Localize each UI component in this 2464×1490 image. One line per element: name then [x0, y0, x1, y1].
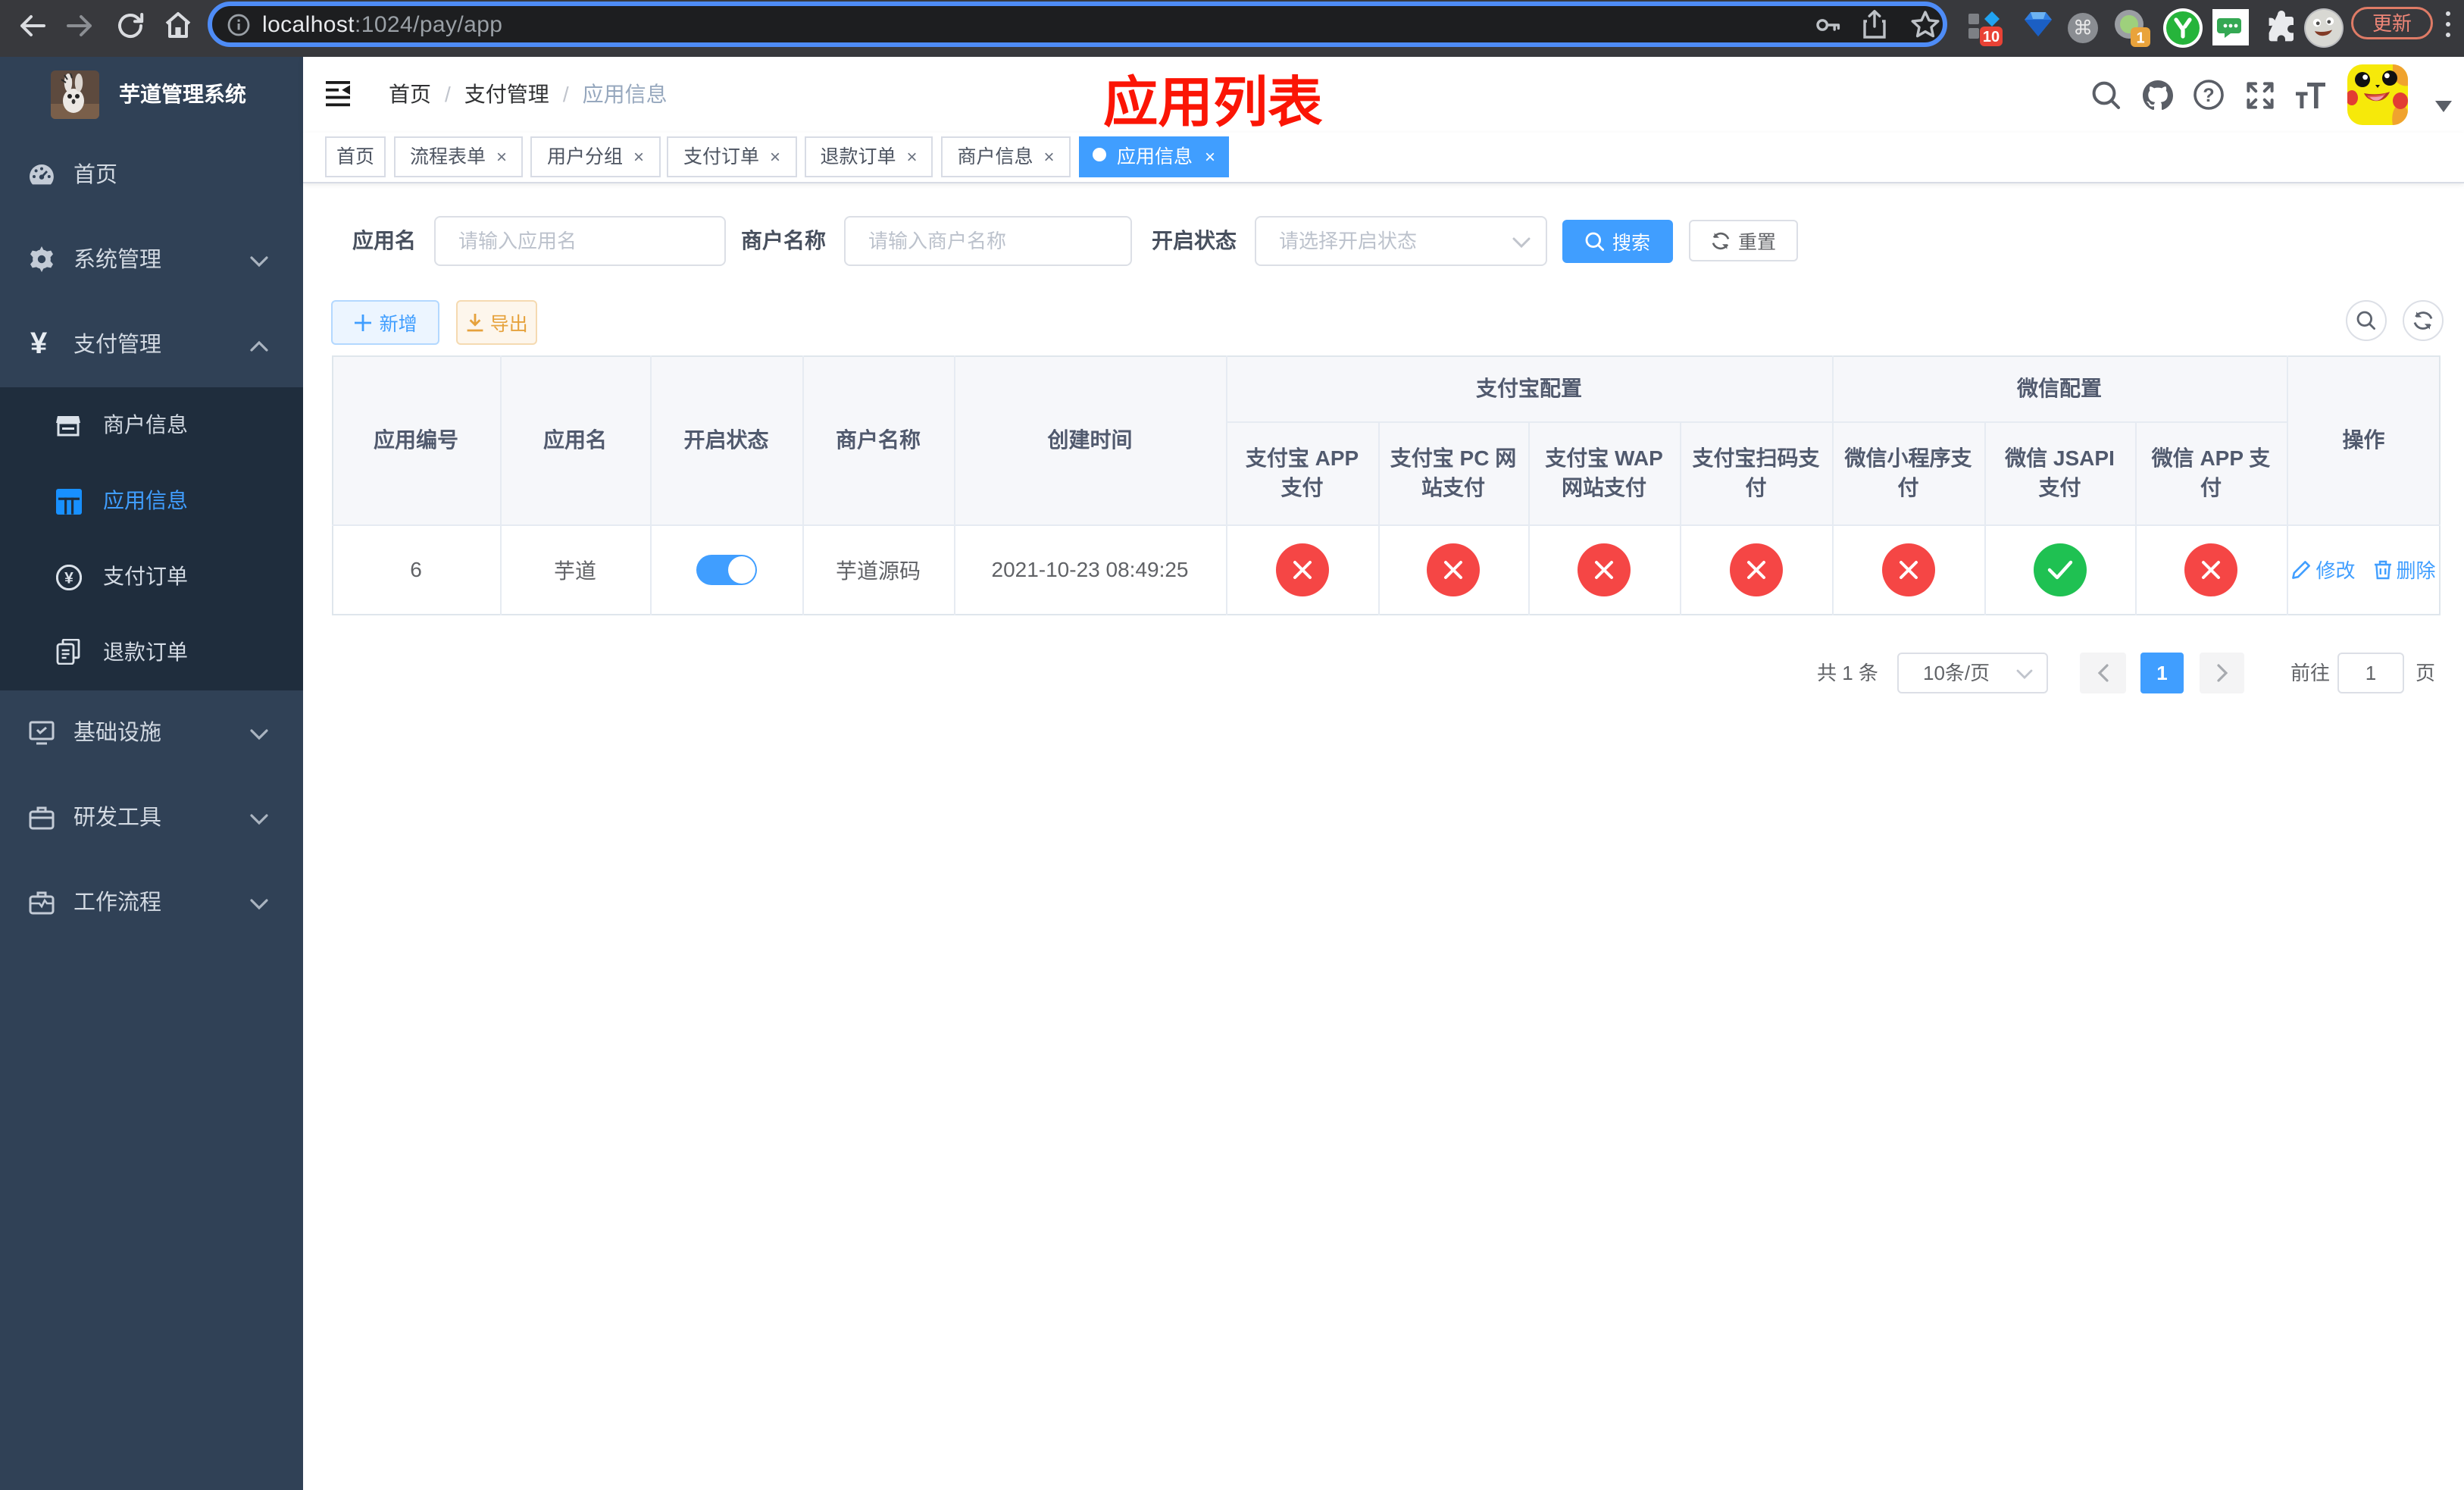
svg-text:1: 1: [2136, 30, 2144, 47]
svg-text:⌘: ⌘: [2073, 17, 2093, 39]
svg-text:10: 10: [1983, 29, 2000, 45]
svg-text:?: ?: [2203, 85, 2214, 106]
svg-text:¥: ¥: [64, 570, 73, 587]
